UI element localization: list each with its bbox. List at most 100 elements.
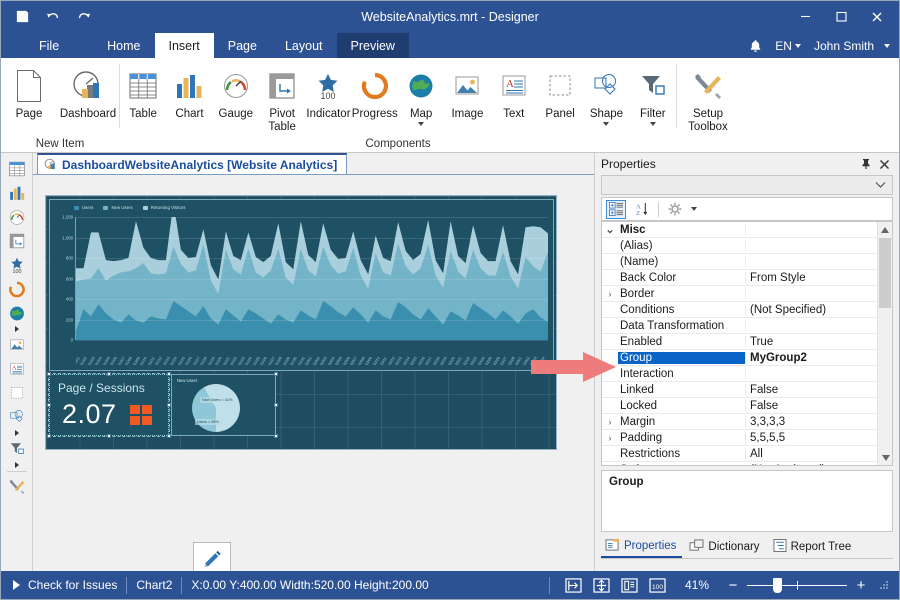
close-button[interactable] [859,2,895,31]
toolbar-item-pivot-table[interactable] [4,229,30,253]
pie-chart-component[interactable]: New Users New Users = 41% Users = 58% [171,374,276,436]
toolbar-item-text[interactable]: A [4,357,30,381]
tab-insert[interactable]: Insert [155,33,214,58]
kpi-component[interactable]: Page / Sessions 2.07 [49,374,169,436]
toolbar-item-chart[interactable] [4,181,30,205]
zoom-out-button[interactable]: − [723,577,743,594]
chevron-down-icon[interactable] [691,207,697,211]
language-selector[interactable]: EN [770,35,806,57]
page-view-icon[interactable] [615,574,643,596]
slider-thumb[interactable] [773,578,782,593]
property-value[interactable]: MyGroup2 [746,352,877,364]
property-row[interactable]: ›Border [602,286,877,302]
chevron-down-icon[interactable] [418,122,424,126]
bell-icon[interactable] [744,35,767,57]
property-row[interactable]: Style(Not Assigned) [602,462,877,466]
undo-icon[interactable] [42,6,64,28]
toolbar-map-dropdown[interactable] [4,325,30,333]
property-row[interactable]: ›Padding5,5,5,5 [602,430,877,446]
toolbar-item-indicator[interactable]: 100 [4,253,30,277]
scroll-up-arrow[interactable] [878,222,892,237]
ribbon-shape-button[interactable]: Shape [583,65,629,126]
property-row[interactable]: (Name) [602,254,877,270]
ribbon-setup-toolbox-button[interactable]: Setup Toolbox [677,65,739,133]
design-canvas[interactable]: UsersNew UsersReturning Visitors 0200400… [33,175,594,571]
property-row[interactable]: Interaction [602,366,877,382]
property-row[interactable]: (Alias) [602,238,877,254]
toolbar-item-filter[interactable] [4,437,30,461]
toolbar-item-table[interactable] [4,157,30,181]
ribbon-image-button[interactable]: Image [444,65,490,121]
toolbar-filter-dropdown[interactable] [4,461,30,469]
tab-page[interactable]: Page [214,33,271,58]
redo-icon[interactable] [73,6,95,28]
expand-icon[interactable]: ⌄ [602,226,618,234]
tab-home[interactable]: Home [93,33,154,58]
ribbon-indicator-button[interactable]: 100 Indicator [305,65,351,121]
dashboard-surface[interactable]: UsersNew UsersReturning Visitors 0200400… [45,195,557,450]
expand-icon[interactable]: › [602,433,618,443]
run-check-icon[interactable] [13,580,20,590]
property-row[interactable]: ›Margin3,3,3,3 [602,414,877,430]
expand-icon[interactable]: › [602,289,618,299]
ribbon-text-button[interactable]: A Text [491,65,537,121]
ribbon-page-button[interactable]: Page [1,65,57,121]
toolbar-item-progress[interactable] [4,277,30,301]
alphabetical-icon[interactable]: AZ [632,200,652,219]
close-icon[interactable] [875,155,893,173]
tab-properties[interactable]: Properties [601,537,682,558]
tab-report-tree[interactable]: Report Tree [769,537,858,558]
toolbar-item-image[interactable] [4,333,30,357]
user-menu-chevron[interactable] [882,35,895,57]
ribbon-pivot-table-button[interactable]: Pivot Table [259,65,305,133]
tab-layout[interactable]: Layout [271,33,337,58]
resize-grip-icon[interactable] [877,578,891,592]
property-row[interactable]: Conditions(Not Specified) [602,302,877,318]
properties-scrollbar[interactable] [877,222,892,465]
tab-dictionary[interactable]: Dictionary [685,537,765,558]
minimize-button[interactable] [787,2,823,31]
property-value[interactable]: (Not Specified) [746,304,877,316]
property-value[interactable]: From Style [746,272,877,284]
ribbon-gauge-button[interactable]: Gauge [213,65,259,121]
property-value[interactable]: 3,3,3,3 [746,416,877,428]
property-row[interactable]: GroupMyGroup2 [602,350,877,366]
pin-icon[interactable] [857,155,875,173]
chevron-down-icon[interactable] [650,122,656,126]
distribute-icon[interactable] [587,574,615,596]
property-row[interactable]: RestrictionsAll [602,446,877,462]
ribbon-progress-button[interactable]: Progress [352,65,398,121]
toolbar-item-gauge[interactable] [4,205,30,229]
zoom-slider[interactable] [747,574,847,596]
ribbon-table-button[interactable]: Table [120,65,166,121]
align-icon[interactable] [559,574,587,596]
ribbon-map-button[interactable]: Map [398,65,444,126]
property-value[interactable]: False [746,384,877,396]
property-value[interactable]: True [746,336,877,348]
ribbon-filter-button[interactable]: Filter [630,65,676,126]
zoom-in-button[interactable]: + [851,577,871,594]
units-icon[interactable]: 100 [643,574,671,596]
chevron-down-icon[interactable] [603,122,609,126]
property-value[interactable]: 5,5,5,5 [746,432,877,444]
expand-icon[interactable]: › [602,417,618,427]
toolbar-item-setup-toolbox[interactable] [4,474,30,498]
object-selector-dropdown[interactable] [601,175,893,195]
save-icon[interactable] [11,6,33,28]
property-row[interactable]: Back ColorFrom Style [602,270,877,286]
scrollbar-thumb[interactable] [879,238,891,308]
property-row[interactable]: EnabledTrue [602,334,877,350]
toolbar-shape-dropdown[interactable] [4,429,30,437]
ribbon-panel-button[interactable]: Panel [537,65,583,121]
area-chart-component[interactable]: UsersNew UsersReturning Visitors 0200400… [49,199,554,371]
ribbon-dashboard-button[interactable]: Dashboard [57,65,119,121]
property-value[interactable]: False [746,400,877,412]
property-value[interactable]: (Not Assigned) [746,464,877,467]
settings-icon[interactable] [665,200,685,219]
ribbon-chart-button[interactable]: Chart [166,65,212,121]
toolbar-item-panel[interactable] [4,381,30,405]
property-row[interactable]: LinkedFalse [602,382,877,398]
scroll-down-arrow[interactable] [878,450,893,465]
toolbar-item-shape[interactable] [4,405,30,429]
tab-file[interactable]: File [25,33,73,58]
